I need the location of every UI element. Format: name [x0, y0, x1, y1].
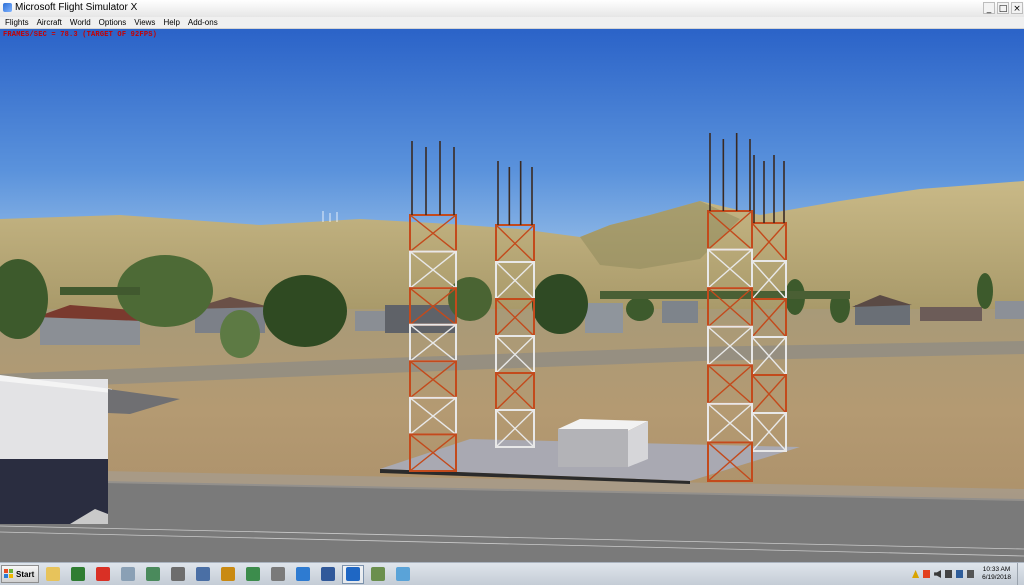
- globe-icon: [296, 567, 311, 581]
- taskbar-app-12[interactable]: [342, 564, 365, 584]
- app-window: Microsoft Flight Simulator X _ □ × Fligh…: [0, 0, 1024, 562]
- taskbar-app-13[interactable]: [367, 565, 389, 584]
- taskbar-app-10[interactable]: [292, 565, 314, 584]
- menu-world[interactable]: World: [66, 17, 95, 28]
- frame-rate-readout: FRAMES/SEC = 78.3 (TARGET OF 92FPS): [3, 31, 158, 39]
- hangar-icon: [196, 567, 211, 581]
- taskbar-app-0[interactable]: [42, 565, 64, 584]
- aircraft-gray-icon: [171, 567, 186, 581]
- fsx-window-icon: [3, 3, 12, 12]
- show-desktop-button[interactable]: [1017, 563, 1024, 585]
- flag-icon[interactable]: [945, 570, 953, 578]
- tools-icon: [121, 567, 136, 581]
- taskbar-app-4[interactable]: [142, 565, 164, 584]
- file-explorer-icon: [46, 567, 61, 581]
- volume-icon[interactable]: [934, 570, 942, 578]
- menu-aircraft[interactable]: Aircraft: [33, 17, 66, 28]
- taskbar-app-9[interactable]: [267, 565, 289, 584]
- network-icon[interactable]: [956, 570, 964, 578]
- taskbar-app-11[interactable]: [317, 565, 339, 584]
- blue-app-icon: [396, 567, 411, 581]
- title-bar[interactable]: Microsoft Flight Simulator X _ □ ×: [0, 0, 1024, 18]
- window-title: Microsoft Flight Simulator X: [15, 2, 138, 13]
- office-icon[interactable]: [923, 570, 931, 578]
- taskbar-app-8[interactable]: [242, 565, 264, 584]
- aircraft-green-icon: [146, 567, 161, 581]
- equipment-shelter: [558, 419, 648, 467]
- menu-views[interactable]: Views: [130, 17, 159, 28]
- taskbar-app-7[interactable]: [217, 565, 239, 584]
- clock-time: 10:33 AM: [982, 566, 1011, 573]
- maximize-button[interactable]: □: [997, 2, 1009, 14]
- start-label: Start: [16, 569, 35, 579]
- scenery: [0, 29, 1024, 562]
- menu-flights[interactable]: Flights: [0, 17, 33, 28]
- menu-bar: Flights Aircraft World Options Views Hel…: [0, 17, 1024, 29]
- alert-icon[interactable]: [912, 570, 920, 578]
- fsx-icon: [346, 567, 361, 581]
- taskbar-app-1[interactable]: [67, 565, 89, 584]
- menu-help[interactable]: Help: [159, 17, 183, 28]
- close-button[interactable]: ×: [1011, 2, 1023, 14]
- taskbar-app-6[interactable]: [192, 565, 214, 584]
- taskbar-app-5[interactable]: [167, 565, 189, 584]
- system-tray: 10:33 AM 6/19/2018: [910, 563, 1024, 585]
- monitor-icon: [321, 567, 336, 581]
- start-button[interactable]: Start: [1, 565, 40, 583]
- menu-add-ons[interactable]: Add-ons: [184, 17, 222, 28]
- green-app-icon: [71, 567, 86, 581]
- dx-icon: [221, 567, 236, 581]
- minimize-button[interactable]: _: [983, 2, 995, 14]
- pinned-apps: [39, 564, 414, 584]
- taskbar: Start 10:33 AM 6/19/2018: [0, 562, 1024, 585]
- clock-date: 6/19/2018: [982, 574, 1011, 581]
- speaker-icon[interactable]: [967, 570, 975, 578]
- windows-logo-icon: [4, 569, 14, 579]
- clock[interactable]: 10:33 AM 6/19/2018: [976, 566, 1017, 582]
- simulator-viewport[interactable]: FRAMES/SEC = 78.3 (TARGET OF 92FPS): [0, 29, 1024, 562]
- taskbar-app-2[interactable]: [92, 565, 114, 584]
- window-app-icon: [246, 567, 261, 581]
- window-controls: _ □ ×: [982, 0, 1024, 16]
- menu-options[interactable]: Options: [95, 17, 131, 28]
- jet-icon: [271, 567, 286, 581]
- taskbar-app-14[interactable]: [392, 565, 414, 584]
- chrome-icon: [96, 567, 111, 581]
- taskbar-app-3[interactable]: [117, 565, 139, 584]
- map-icon: [371, 567, 386, 581]
